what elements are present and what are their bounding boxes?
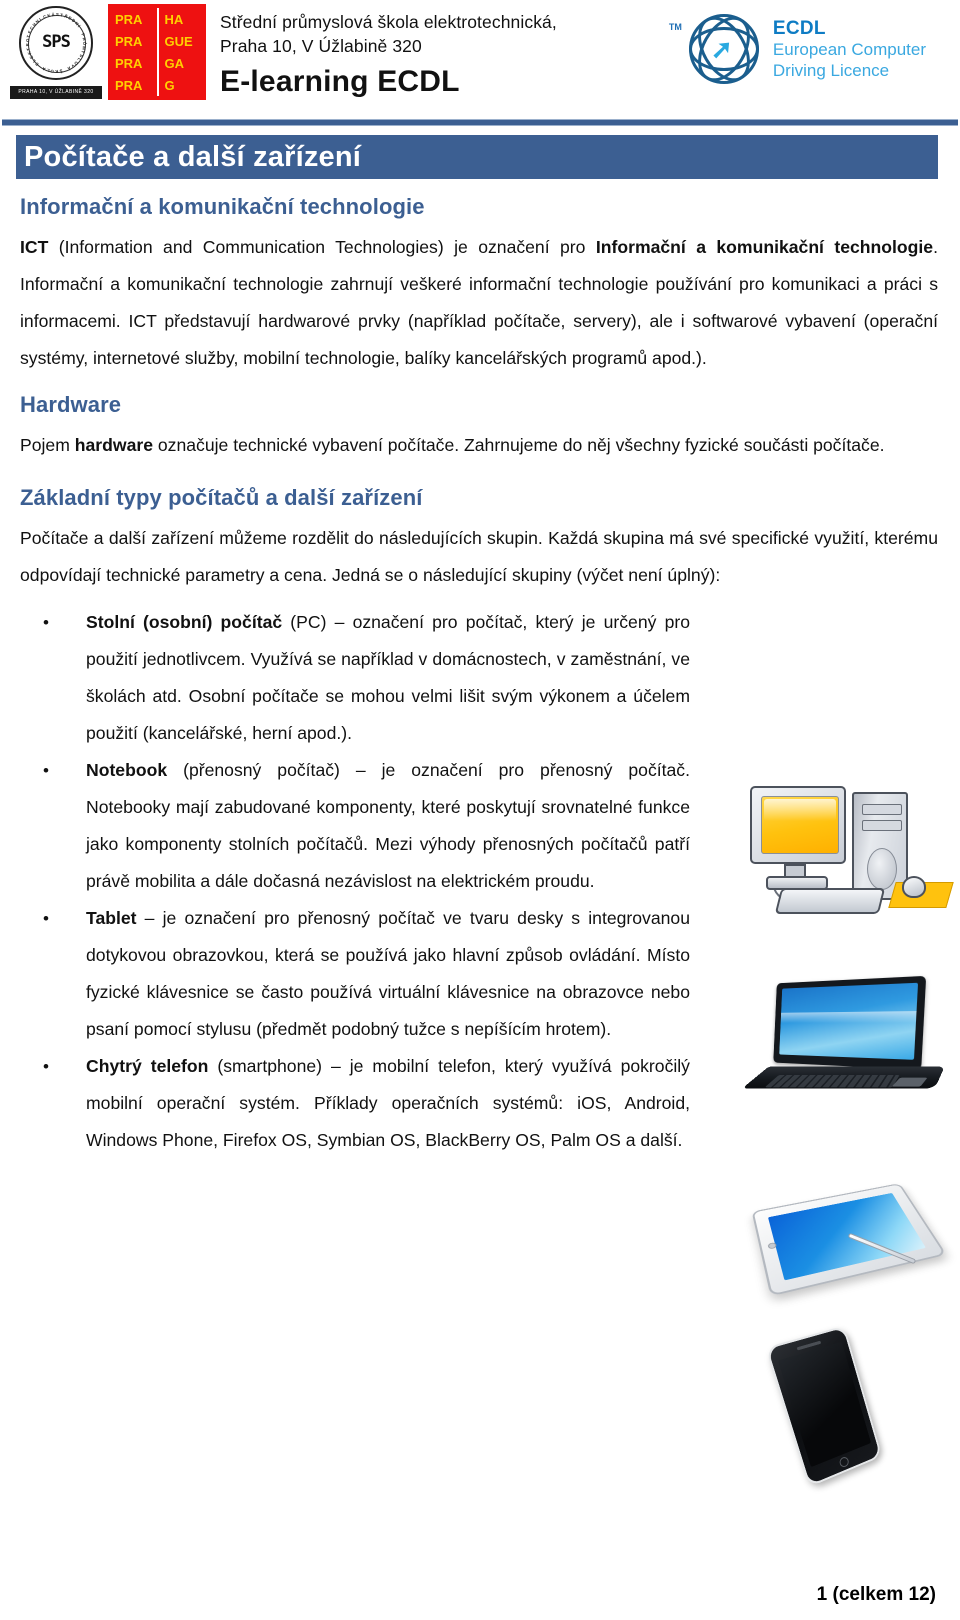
group-term: Stolní (osobní) počítač	[86, 612, 283, 632]
page-number-footer: 1 (celkem 12)	[816, 1584, 936, 1605]
page-header: STŘEDNÍ PRŮMYSLOVÁ ŠKOLA ELEKTROTECHNICK…	[0, 0, 960, 108]
school-name-line-1: Střední průmyslová škola elektrotechnick…	[220, 12, 557, 32]
group-term: Notebook	[86, 760, 168, 780]
keyboard-icon	[774, 888, 886, 914]
seal-address-band: PRAHA 10, V ÚŽLABINĚ 320	[10, 86, 102, 99]
text-run: (Information and Communication Technolog…	[48, 237, 596, 257]
praha-cell: GUE	[164, 33, 193, 49]
praha-cell: GA	[164, 55, 185, 71]
laptop-keyboard	[764, 1075, 900, 1088]
school-identity: Střední průmyslová škola elektrotechnick…	[220, 4, 673, 102]
praha-cell: G	[164, 77, 175, 93]
program-title: E-learning ECDL	[220, 65, 460, 98]
ecdl-fullname-line-1: European Computer	[772, 39, 926, 59]
seal-monogram: SPS	[42, 32, 71, 52]
ecdl-globe-icon: ➚	[685, 7, 763, 91]
praha-column-left: PRA PRA PRA PRA	[108, 8, 157, 96]
laptop-screen	[779, 982, 919, 1060]
drive-bay	[862, 804, 902, 815]
text-run: označuje technické vybavení počítače. Za…	[153, 435, 885, 455]
phone-body	[765, 1325, 883, 1488]
emphasised-term: ICT	[20, 237, 49, 257]
drive-bay	[862, 820, 902, 831]
sps-school-seal-logo: STŘEDNÍ PRŮMYSLOVÁ ŠKOLA ELEKTROTECHNICK…	[10, 4, 102, 102]
section-heading-hardware: Hardware	[20, 392, 122, 417]
praha-cell: PRA	[115, 77, 143, 93]
praha-cell: PRA	[115, 11, 143, 27]
praha-cell: PRA	[115, 55, 143, 71]
group-term: Chytrý telefon	[86, 1056, 209, 1076]
paragraph-hardware: Pojem hardware označuje technické vybave…	[20, 427, 938, 464]
trademark-mark: TM	[668, 22, 682, 32]
phone-screen	[777, 1341, 872, 1468]
smartphone-illustration	[758, 1325, 938, 1488]
emphasised-term: Informační a komunikační technologie	[595, 237, 934, 257]
mouse-icon	[902, 876, 926, 898]
group-term: Tablet	[86, 908, 137, 928]
ecdl-fullname-line-2: Driving Licence	[772, 60, 890, 80]
desktop-computer-illustration	[742, 778, 954, 918]
monitor-screen	[761, 796, 839, 854]
group-description: (přenosný počítač) – je označení pro pře…	[86, 760, 690, 891]
laptop-lid	[773, 975, 927, 1070]
list-item: Stolní (osobní) počítač (PC) – označení …	[16, 604, 938, 752]
text-run: Pojem	[20, 435, 75, 455]
section-heading-ict: Informační a komunikační technologie	[20, 194, 425, 219]
page-title: Počítače a další zařízení	[16, 135, 938, 179]
tablet-illustration	[742, 1160, 954, 1310]
ecdl-logo: TM ➚ ECDL European Computer Driving Lice…	[669, 7, 926, 91]
praha-cell: PRA	[115, 33, 143, 49]
monitor-icon	[750, 786, 846, 864]
text-run: Počítače a další zařízení můžeme rozděli…	[20, 528, 938, 585]
ecdl-wordmark: ECDL European Computer Driving Licence	[773, 18, 926, 81]
laptop-illustration	[741, 975, 952, 1102]
paragraph-ict: ICT (Information and Communication Techn…	[20, 229, 938, 377]
paragraph-basic-types: Počítače a další zařízení můžeme rozděli…	[20, 520, 938, 594]
praha-cell: HA	[164, 11, 184, 27]
praha-prague-logo-block: PRA PRA PRA PRA HA GUE GA G	[108, 4, 206, 100]
praha-column-right: HA GUE GA G	[156, 8, 207, 96]
emphasised-term: hardware	[74, 435, 153, 455]
group-description: – je označení pro přenosný počítač ve tv…	[86, 908, 690, 1039]
home-button-icon	[838, 1455, 850, 1469]
section-heading-basic-types: Základní typy počítačů a další zařízení	[20, 485, 423, 510]
tablet-body	[751, 1183, 947, 1297]
tablet-screen	[768, 1192, 926, 1281]
ecdl-acronym: ECDL	[772, 17, 826, 39]
header-divider-rule	[2, 119, 958, 126]
arrow-icon: ➚	[710, 34, 733, 64]
school-name-line-2: Praha 10, V Úžlabině 320	[220, 36, 422, 56]
tower-disc-detail	[867, 848, 897, 890]
